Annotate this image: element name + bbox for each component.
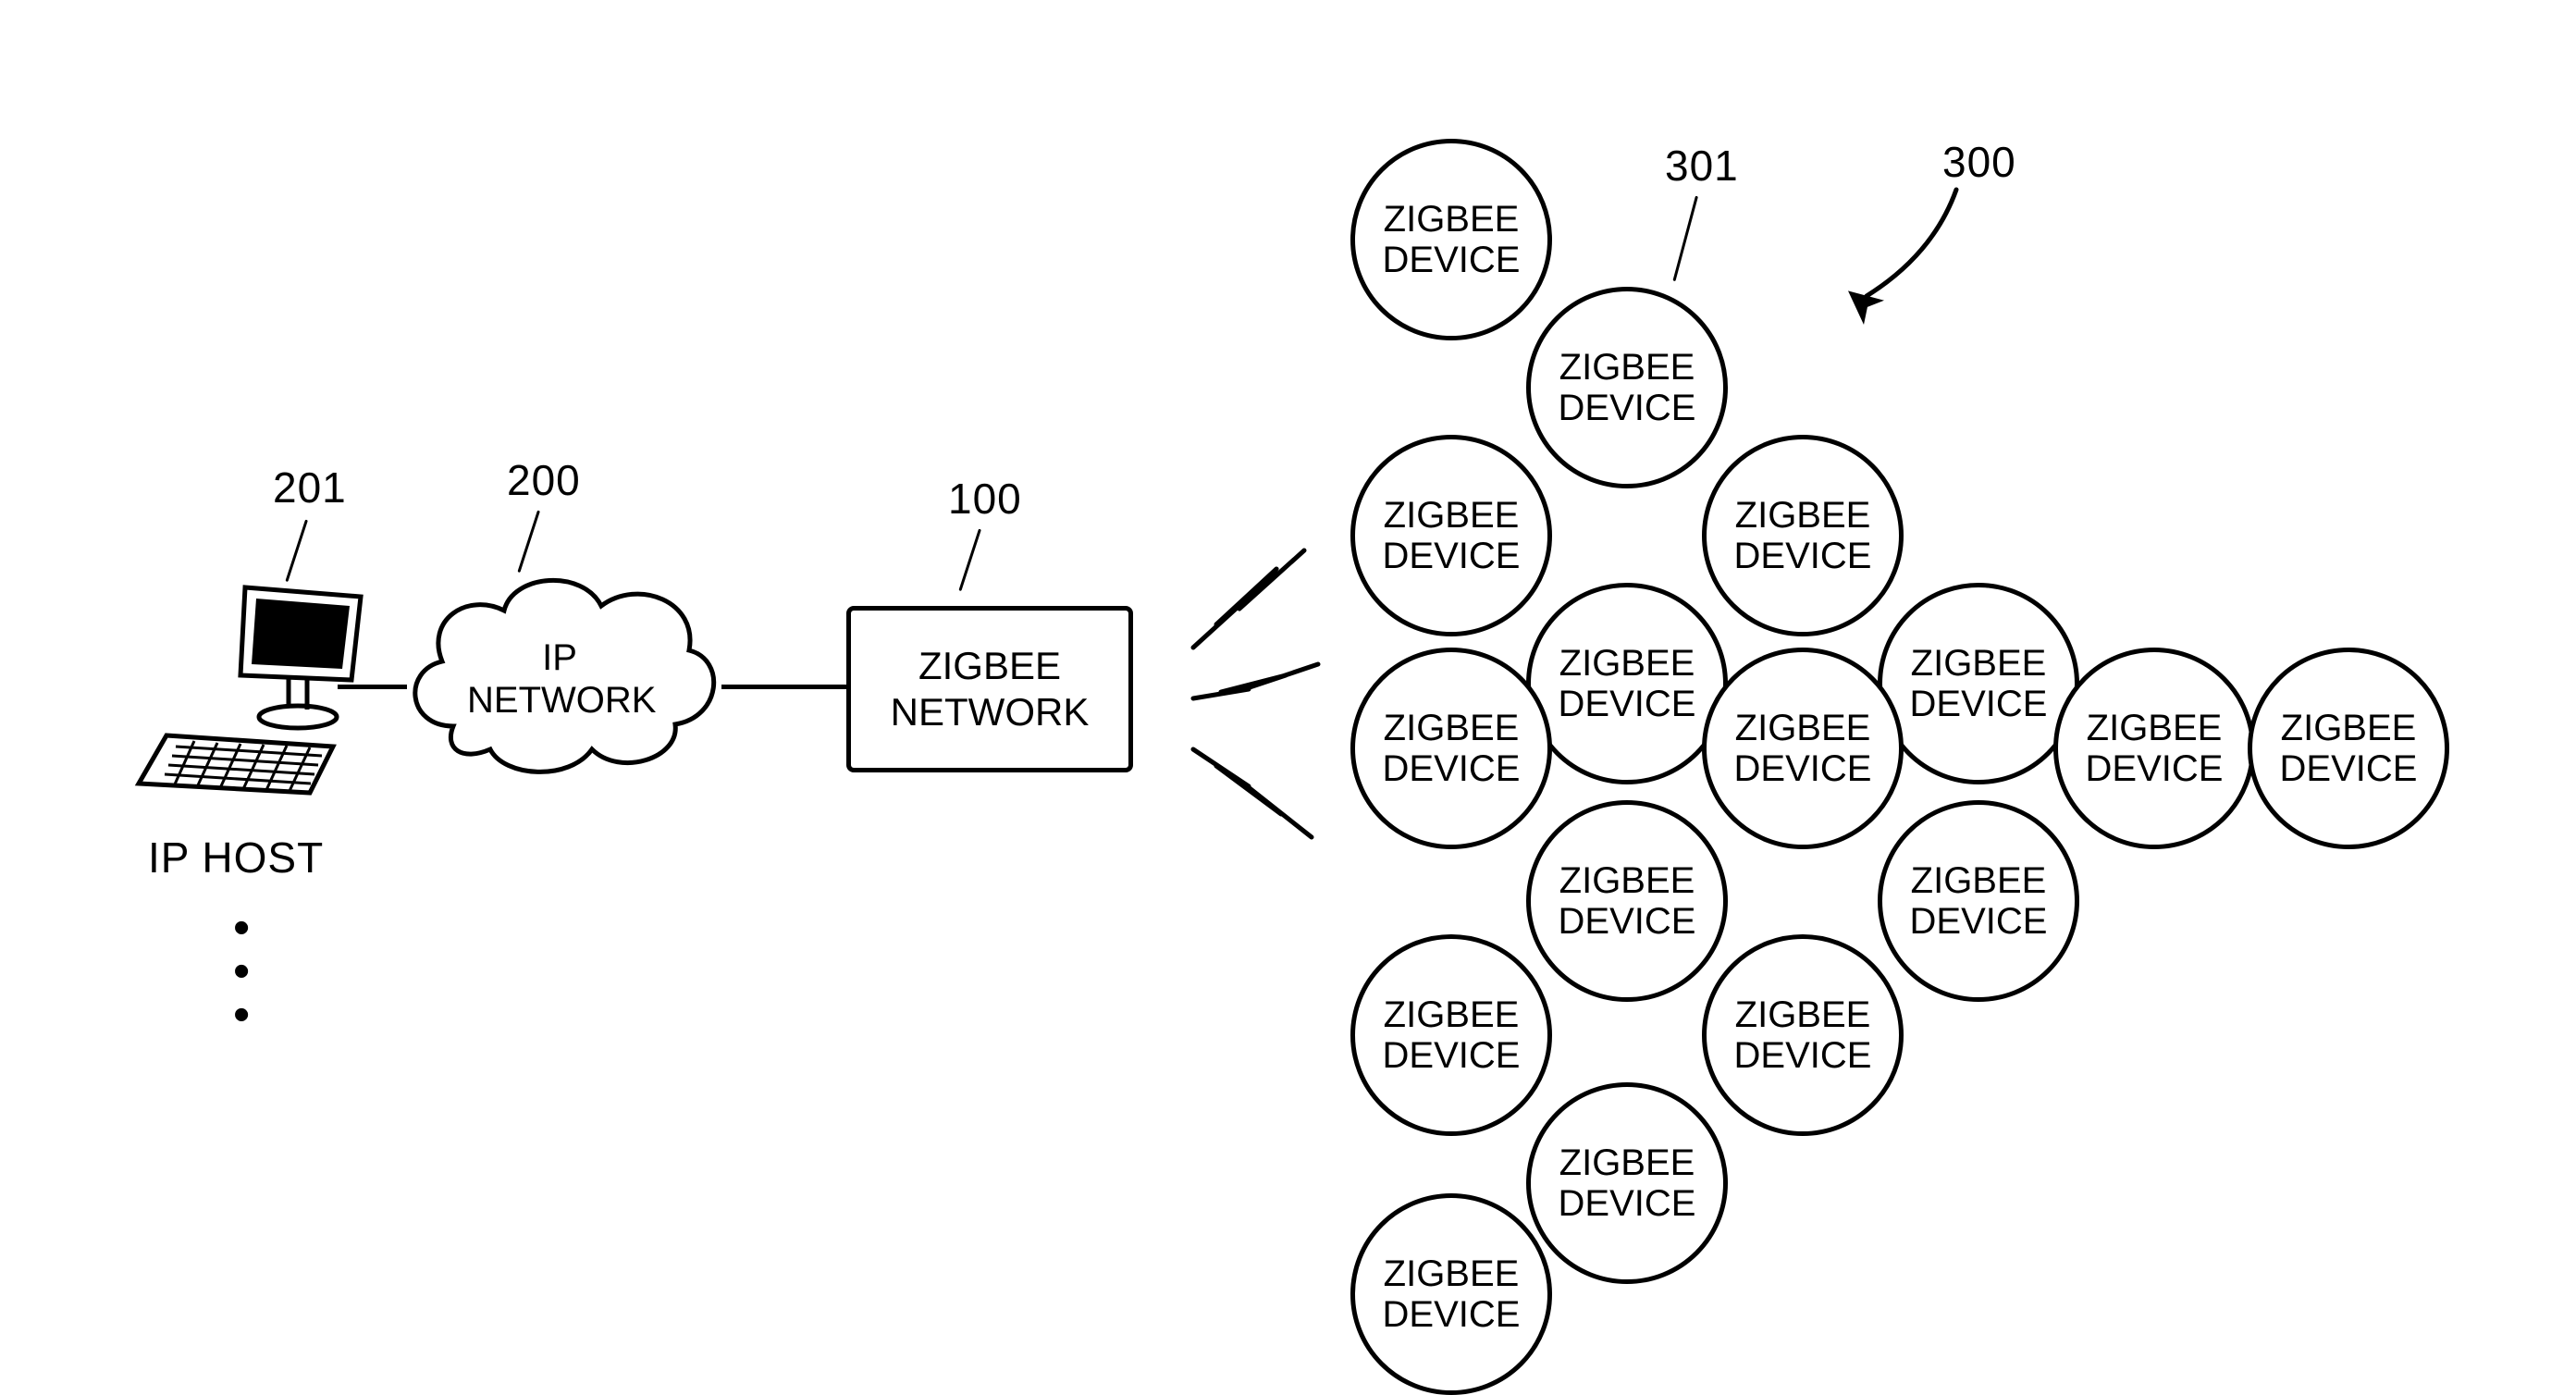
radio-bolts bbox=[1156, 509, 1360, 879]
zigbee-device: ZIGBEE DEVICE bbox=[1878, 800, 2079, 1002]
zigbee-device: ZIGBEE DEVICE bbox=[1526, 583, 1728, 784]
gateway-label-bot: NETWORK bbox=[891, 690, 1090, 734]
zigbee-device: ZIGBEE DEVICE bbox=[1526, 1082, 1728, 1284]
cloud-label-top: IP bbox=[542, 637, 577, 678]
leader-301 bbox=[1672, 196, 1697, 282]
gateway-label-top: ZIGBEE bbox=[918, 644, 1061, 687]
leader-201 bbox=[285, 520, 307, 583]
ip-host-label: IP HOST bbox=[148, 833, 324, 883]
zigbee-device: ZIGBEE DEVICE bbox=[1350, 934, 1552, 1136]
zigbee-device: ZIGBEE DEVICE bbox=[2248, 648, 2449, 849]
zigbee-device: ZIGBEE DEVICE bbox=[1350, 1193, 1552, 1395]
ref-201: 201 bbox=[273, 463, 347, 512]
ref-301: 301 bbox=[1665, 141, 1739, 191]
zigbee-device: ZIGBEE DEVICE bbox=[1350, 648, 1552, 849]
zigbee-device: ZIGBEE DEVICE bbox=[1702, 435, 1904, 636]
ref-200: 200 bbox=[507, 455, 581, 505]
zigbee-device: ZIGBEE DEVICE bbox=[1702, 648, 1904, 849]
cloud-label: IP NETWORK bbox=[467, 636, 652, 722]
zigbee-device: ZIGBEE DEVICE bbox=[1350, 139, 1552, 340]
ip-host-icon bbox=[129, 583, 370, 823]
zigbee-device: ZIGBEE DEVICE bbox=[1526, 800, 1728, 1002]
zigbee-device: ZIGBEE DEVICE bbox=[1702, 934, 1904, 1136]
leader-100 bbox=[958, 529, 980, 592]
zigbee-device: ZIGBEE DEVICE bbox=[2053, 648, 2255, 849]
ref-100: 100 bbox=[948, 474, 1022, 524]
zigbee-device: ZIGBEE DEVICE bbox=[1350, 435, 1552, 636]
zigbee-device: ZIGBEE DEVICE bbox=[1526, 287, 1728, 488]
zigbee-device: ZIGBEE DEVICE bbox=[1878, 583, 2079, 784]
wire-cloud-gateway bbox=[721, 685, 846, 689]
gateway-box: ZIGBEE NETWORK bbox=[846, 606, 1133, 772]
cloud-label-bot: NETWORK bbox=[467, 680, 656, 721]
wire-host-cloud bbox=[338, 685, 407, 689]
vertical-ellipsis: ••• bbox=[233, 907, 250, 1036]
arrowhead-300: ➤ bbox=[1845, 290, 1878, 316]
